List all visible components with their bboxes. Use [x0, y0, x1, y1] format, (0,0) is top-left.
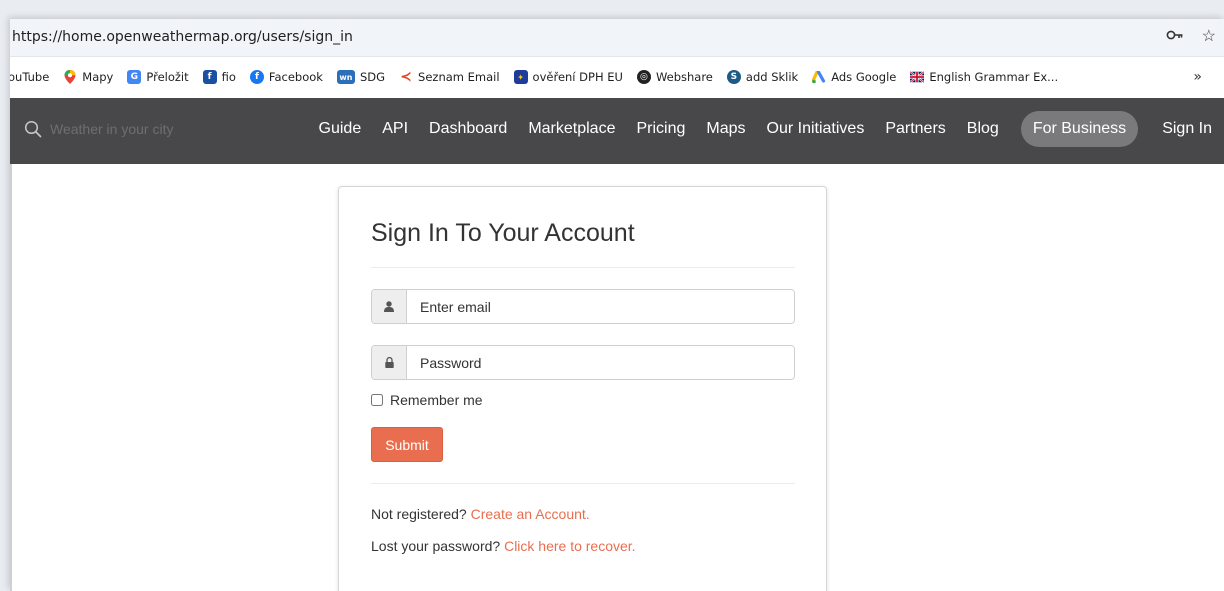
register-prompt: Not registered? Create an Account.	[371, 506, 590, 522]
nav-link-blog[interactable]: Blog	[967, 111, 999, 147]
password-field[interactable]	[407, 346, 794, 379]
bookmark-label: Facebook	[268, 70, 323, 84]
bookmark-label: Ads Google	[831, 70, 897, 84]
sign-in-card: Sign In To Your Account Remember me Subm…	[338, 186, 827, 591]
email-field[interactable]	[407, 290, 794, 323]
url-text[interactable]: https://home.openweathermap.org/users/si…	[12, 29, 353, 45]
site-navbar: Weather in your city Guide API Dashboard…	[10, 98, 1224, 164]
remember-me[interactable]: Remember me	[371, 392, 483, 408]
bookmark-ads-google[interactable]: Ads Google	[812, 70, 896, 84]
lost-password-text: Lost your password?	[371, 538, 501, 554]
fio-icon: f	[202, 70, 217, 84]
maps-pin-icon	[63, 70, 77, 84]
bookmark-sdg[interactable]: wn SDG	[336, 70, 386, 84]
remember-me-label: Remember me	[390, 392, 483, 408]
email-input-group	[371, 289, 795, 324]
bookmark-label: ouTube	[10, 70, 50, 84]
recover-password-link[interactable]: Click here to recover.	[504, 538, 636, 554]
bookmark-add-sklik[interactable]: S add Sklik	[726, 70, 799, 84]
page-title: Sign In To Your Account	[371, 219, 635, 247]
address-bar[interactable]: https://home.openweathermap.org/users/si…	[10, 19, 1224, 57]
lock-icon	[372, 346, 407, 379]
bookmark-english-grammar[interactable]: English Grammar Ex...	[910, 70, 1058, 84]
search-icon	[24, 120, 42, 138]
bookmark-label: Webshare	[655, 70, 713, 84]
sign-in-link[interactable]: Sign In	[1162, 111, 1212, 147]
bookmark-label: add Sklik	[745, 70, 799, 84]
bookmark-youtube[interactable]: ouTube	[10, 70, 49, 84]
bookmark-label: English Grammar Ex...	[929, 70, 1059, 84]
bookmark-label: ověření DPH EU	[532, 70, 623, 84]
city-search[interactable]: Weather in your city	[24, 120, 173, 138]
bookmark-mapy[interactable]: Mapy	[63, 70, 113, 84]
bookmark-webshare[interactable]: ◎ Webshare	[636, 70, 713, 84]
user-icon	[372, 290, 407, 323]
recover-prompt: Lost your password? Click here to recove…	[371, 538, 636, 554]
not-registered-text: Not registered?	[371, 506, 467, 522]
bookmark-label: Mapy	[82, 70, 114, 84]
bookmark-facebook[interactable]: f Facebook	[249, 70, 323, 84]
bookmark-prelozit[interactable]: G Přeložit	[127, 70, 189, 84]
bookmark-label: SDG	[359, 70, 386, 84]
google-ads-icon	[812, 70, 826, 84]
bookmark-label: Seznam Email	[418, 70, 500, 84]
window-edge	[10, 164, 12, 591]
bookmark-seznam-email[interactable]: ≺ Seznam Email	[399, 69, 500, 85]
uk-flag-icon	[910, 70, 925, 84]
submit-button[interactable]: Submit	[371, 427, 443, 462]
bookmarks-overflow-button[interactable]: »	[1193, 69, 1202, 85]
bookmarks-bar: ouTube Mapy G Přeložit f fio f Facebook …	[10, 57, 1224, 97]
remember-me-checkbox[interactable]	[371, 394, 383, 406]
divider	[371, 483, 795, 484]
browser-window: https://home.openweathermap.org/users/si…	[10, 19, 1224, 591]
translate-icon: G	[127, 70, 142, 84]
nav-links: Guide API Dashboard Marketplace Pricing …	[298, 111, 1212, 147]
create-account-link[interactable]: Create an Account.	[471, 506, 590, 522]
nav-link-partners[interactable]: Partners	[885, 111, 945, 147]
bookmark-fio[interactable]: f fio	[202, 70, 236, 84]
bookmark-overeni-dph[interactable]: ✦ ověření DPH EU	[513, 70, 623, 84]
address-bar-actions: ☆	[1166, 26, 1216, 48]
key-icon[interactable]	[1166, 26, 1184, 48]
eu-flag-icon: ✦	[513, 70, 528, 84]
nav-link-our-initiatives[interactable]: Our Initiatives	[767, 111, 865, 147]
nav-link-guide[interactable]: Guide	[319, 111, 362, 147]
facebook-icon: f	[249, 70, 264, 84]
password-input-group	[371, 345, 795, 380]
star-icon[interactable]: ☆	[1202, 26, 1216, 48]
webshare-icon: ◎	[636, 70, 651, 84]
for-business-button[interactable]: For Business	[1020, 111, 1139, 147]
bookmark-label: fio	[221, 70, 236, 84]
divider	[371, 267, 795, 268]
sklik-icon: S	[726, 70, 741, 84]
nav-link-pricing[interactable]: Pricing	[636, 111, 685, 147]
nav-link-dashboard[interactable]: Dashboard	[429, 111, 507, 147]
nav-link-marketplace[interactable]: Marketplace	[528, 111, 615, 147]
sdg-icon: wn	[336, 70, 355, 84]
search-input[interactable]: Weather in your city	[50, 121, 173, 137]
nav-link-maps[interactable]: Maps	[706, 111, 745, 147]
bookmark-label: Přeložit	[146, 70, 189, 84]
nav-link-api[interactable]: API	[382, 111, 408, 147]
seznam-icon: ≺	[400, 69, 412, 85]
